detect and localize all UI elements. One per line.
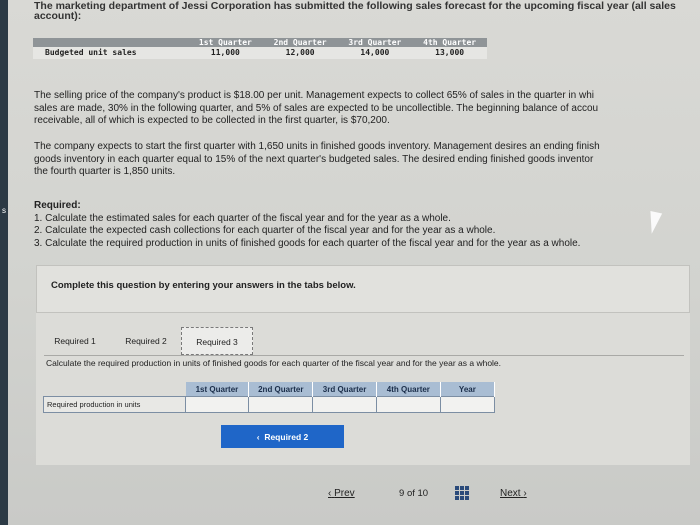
next-label: Next	[500, 488, 521, 499]
forecast-header-q4: 4th Quarter	[412, 38, 487, 47]
chevron-right-icon: ›	[523, 488, 527, 499]
chevron-left-icon: ‹	[256, 432, 260, 442]
tab-required-1[interactable]: Required 1	[46, 327, 104, 355]
required-title: Required:	[34, 200, 81, 211]
sidebar-marker: s	[2, 206, 6, 215]
forecast-value-q4: 13,000	[412, 47, 487, 59]
production-year-field[interactable]	[440, 397, 494, 412]
page-of: of	[406, 488, 415, 499]
tab-required-3[interactable]: Required 3	[181, 327, 253, 355]
tab-required-2[interactable]: Required 2	[114, 327, 178, 355]
intro-line-1: The marketing department of Jessi Corpor…	[34, 0, 676, 12]
forecast-value-q2: 12,000	[262, 47, 338, 59]
production-header-q3: 3rd Quarter	[312, 382, 377, 397]
production-header-q1: 1st Quarter	[185, 382, 250, 397]
forecast-header-q3: 3rd Quarter	[337, 38, 413, 47]
production-input-q1[interactable]	[184, 396, 250, 413]
required-item-3: 3. Calculate the required production in …	[34, 237, 581, 249]
production-header-q4: 4th Quarter	[376, 382, 441, 397]
production-header-blank	[44, 382, 186, 397]
forecast-header-blank	[33, 38, 188, 47]
tab-instruction: Calculate the required production in uni…	[46, 358, 502, 368]
collections-paragraph: The selling price of the company's produ…	[34, 90, 698, 128]
sales-forecast-table: 1st Quarter 2nd Quarter 3rd Quarter 4th …	[33, 38, 487, 59]
production-input-q3[interactable]	[312, 396, 377, 413]
left-sidebar: s	[0, 0, 8, 525]
intro-line-2: account):	[34, 10, 82, 22]
production-input-q2[interactable]	[248, 396, 314, 413]
tab-divider	[44, 355, 684, 356]
grid-view-icon[interactable]	[455, 486, 469, 500]
production-q2-field[interactable]	[249, 397, 313, 412]
page-total: 10	[417, 488, 429, 499]
production-q1-field[interactable]	[186, 397, 249, 412]
prev-link[interactable]: ‹ Prev	[328, 488, 355, 499]
instructions-card: Complete this question by entering your …	[36, 265, 690, 313]
production-q4-field[interactable]	[376, 397, 440, 412]
production-table: 1st Quarter 2nd Quarter 3rd Quarter 4th …	[43, 382, 496, 413]
prev-label: Prev	[334, 488, 355, 499]
paragraph-line: goods inventory in each quarter equal to…	[34, 153, 594, 165]
forecast-header-q2: 2nd Quarter	[262, 38, 338, 47]
instructions-text: Complete this question by entering your …	[51, 280, 356, 291]
paragraph-line: The company expects to start the first q…	[34, 141, 600, 152]
page-current: 9	[399, 488, 405, 499]
forecast-row-label: Budgeted unit sales	[33, 47, 188, 59]
forecast-header-q1: 1st Quarter	[188, 38, 263, 47]
required-section: Required: 1. Calculate the estimated sal…	[34, 200, 698, 250]
paragraph-line: receivable, all of which is expected to …	[34, 115, 390, 126]
next-link[interactable]: Next ›	[500, 488, 527, 499]
answer-tabs-panel: Required 1 Required 2 Required 3 Calcula…	[36, 313, 690, 465]
inventory-paragraph: The company expects to start the first q…	[34, 141, 698, 179]
production-header-q2: 2nd Quarter	[248, 382, 314, 397]
production-q3-field[interactable]	[313, 397, 376, 412]
page-indicator: 9 of 10	[399, 488, 428, 499]
back-button-label: Required 2	[264, 432, 309, 442]
production-input-q4[interactable]	[375, 396, 441, 413]
required-item-1: 1. Calculate the estimated sales for eac…	[34, 212, 451, 224]
paragraph-line: The selling price of the company's produ…	[34, 90, 594, 101]
chevron-left-icon: ‹	[328, 488, 332, 499]
forecast-value-q3: 14,000	[337, 47, 413, 59]
production-header-year: Year	[440, 382, 496, 397]
production-input-year[interactable]	[439, 396, 496, 413]
production-row-label: Required production in units	[43, 396, 186, 413]
paragraph-line: the fourth quarter is 1,850 units.	[34, 166, 176, 177]
question-page: s The marketing department of Jessi Corp…	[0, 0, 700, 525]
back-to-required-2-button[interactable]: ‹ Required 2	[221, 425, 344, 448]
forecast-value-q1: 11,000	[188, 47, 263, 59]
required-item-2: 2. Calculate the expected cash collectio…	[34, 225, 496, 236]
question-navigation: ‹ Prev 9 of 10 Next ›	[0, 478, 700, 508]
paragraph-line: sales are made, 30% in the following qua…	[34, 102, 599, 114]
